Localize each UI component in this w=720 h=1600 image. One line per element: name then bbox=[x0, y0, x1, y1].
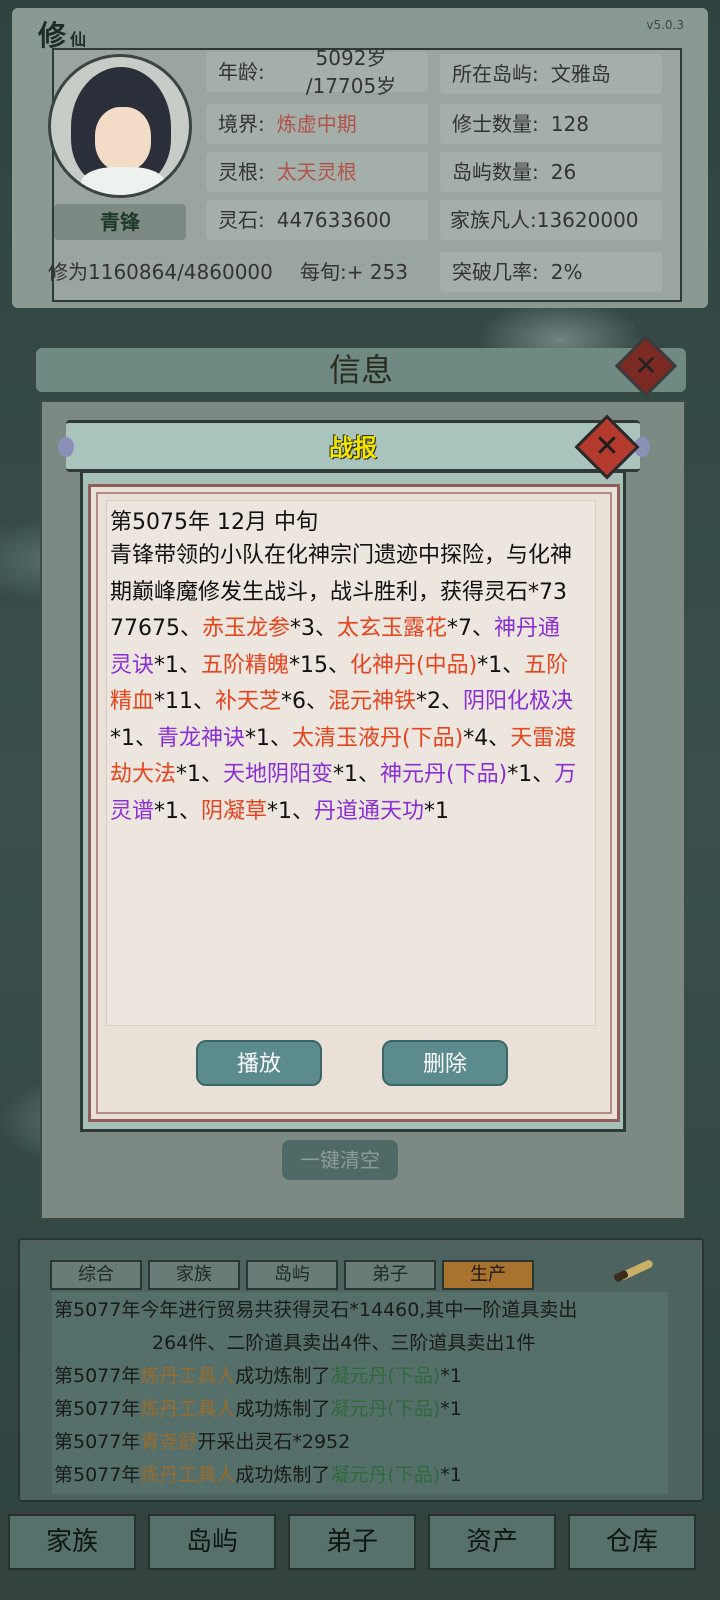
reward-item-name: 五阶精魄 bbox=[201, 652, 290, 678]
play-button[interactable]: 播放 bbox=[196, 1040, 322, 1086]
nav-assets[interactable]: 资产 bbox=[428, 1514, 556, 1570]
report-text-segment: *3、 bbox=[290, 616, 338, 641]
report-text-segment: *1、 bbox=[477, 652, 525, 678]
clear-all-button[interactable]: 一键清空 bbox=[282, 1140, 398, 1180]
report-text-segment: *1、 bbox=[154, 798, 202, 824]
log-text-part: 成功炼制了 bbox=[235, 1464, 331, 1486]
breakthrough-stat: 突破几率: 2% bbox=[440, 252, 662, 292]
log-text-part: 凝元丹(下品) bbox=[330, 1464, 441, 1486]
battle-report-header: 战报 bbox=[58, 420, 650, 472]
spirit-stone-stat: 灵石: 447633600 bbox=[206, 200, 428, 240]
close-icon: ✕ bbox=[594, 429, 620, 464]
log-year: 第5077年 bbox=[54, 1365, 141, 1387]
report-text-segment: *1、 bbox=[333, 762, 381, 787]
log-entry: 第5077年今年进行贸易共获得灵石*14460,其中一阶道具卖出 bbox=[54, 1295, 577, 1325]
cultivator-count-stat: 修士数量: 128 bbox=[440, 104, 662, 144]
log-entry: 第5077年炼丹工具人成功炼制了凝元丹(下品)*1 bbox=[54, 1361, 462, 1391]
reward-item-name: 阴凝草 bbox=[201, 798, 268, 824]
log-text-part: 264件、二阶道具卖出4件、三阶道具卖出1件 bbox=[152, 1332, 536, 1354]
log-text-part: *1 bbox=[440, 1365, 462, 1387]
island-stat: 所在岛屿: 文雅岛 bbox=[440, 54, 662, 94]
report-text-segment: *1、 bbox=[507, 762, 555, 787]
reward-item-name: 太清玉液丹(下品) bbox=[292, 725, 464, 751]
report-text-segment: *4、 bbox=[463, 725, 511, 751]
reward-item-name: 阴阳化极决 bbox=[463, 689, 574, 714]
report-text-segment: *11、 bbox=[154, 689, 216, 714]
tab-islands[interactable]: 岛屿 bbox=[246, 1260, 338, 1290]
info-panel-header: 信息 bbox=[36, 348, 686, 392]
reward-item-name: 补天芝 bbox=[215, 689, 282, 714]
log-entry: 第5077年炼丹工具人成功炼制了凝元丹(下品)*1 bbox=[54, 1460, 462, 1490]
log-year: 第5077年 bbox=[54, 1398, 141, 1420]
log-text-part: *1 bbox=[440, 1464, 462, 1486]
tab-family[interactable]: 家族 bbox=[148, 1260, 240, 1290]
tab-disciples[interactable]: 弟子 bbox=[344, 1260, 436, 1290]
island-count-stat: 岛屿数量: 26 bbox=[440, 152, 662, 192]
log-text-part: 青尧舒 bbox=[140, 1431, 198, 1453]
battle-report-date: 第5075年 12月 中旬 bbox=[110, 510, 318, 535]
character-name[interactable]: 青锋 bbox=[54, 204, 186, 240]
report-text-segment: *15、 bbox=[289, 652, 351, 678]
per-period-gain: 每旬:+ 253 bbox=[300, 260, 409, 284]
info-panel-title: 信息 bbox=[328, 351, 393, 389]
report-text-segment: *1 bbox=[424, 798, 450, 824]
reward-item-name: 赤玉龙参 bbox=[202, 616, 291, 641]
log-text-part: 炼丹工具人 bbox=[140, 1365, 236, 1387]
log-year: 第5077年 bbox=[54, 1464, 141, 1486]
report-text-segment: *2、 bbox=[416, 689, 464, 714]
log-year: 第5077年 bbox=[54, 1299, 141, 1321]
reward-item-name: 青龙神诀 bbox=[157, 725, 246, 751]
log-entry: 264件、二阶道具卖出4件、三阶道具卖出1件 bbox=[152, 1328, 535, 1358]
log-text-part: 今年进行贸易共获得灵石*14460,其中一阶道具卖出 bbox=[140, 1299, 578, 1321]
log-text-part: 开采出灵石*2952 bbox=[197, 1431, 351, 1453]
nav-disciples[interactable]: 弟子 bbox=[288, 1514, 416, 1570]
report-text-segment: *1、 bbox=[110, 725, 157, 751]
battle-report-title: 战报 bbox=[329, 434, 377, 462]
family-mortals-stat: 家族凡人:13620000 bbox=[440, 200, 662, 240]
report-text-segment: *1、 bbox=[267, 798, 315, 824]
log-text-part: 凝元丹(下品) bbox=[330, 1398, 441, 1420]
battle-report-content: 青锋带领的小队在化神宗门遗迹中探险，与化神期巅峰魔修发生战斗，战斗胜利，获得灵石… bbox=[110, 538, 580, 838]
tab-production[interactable]: 生产 bbox=[442, 1260, 534, 1290]
realm-stat: 境界: 炼虚中期 bbox=[206, 104, 428, 144]
reward-item-name: 神元丹(下品) bbox=[380, 762, 508, 787]
log-text-part: 炼丹工具人 bbox=[140, 1464, 236, 1486]
character-avatar[interactable] bbox=[48, 54, 192, 198]
report-text-segment: *1、 bbox=[176, 762, 224, 787]
log-year: 第5077年 bbox=[54, 1431, 141, 1453]
close-icon: ✕ bbox=[634, 349, 658, 382]
log-entry: 第5077年炼丹工具人成功炼制了凝元丹(下品)*1 bbox=[54, 1394, 462, 1424]
delete-button[interactable]: 删除 bbox=[382, 1040, 508, 1086]
cultivation-progress: 修为1160864/4860000 bbox=[48, 260, 273, 284]
age-value: 5092岁/17705岁 bbox=[305, 46, 397, 98]
reward-item-name: 太玄玉露花 bbox=[337, 616, 448, 641]
broom-icon[interactable] bbox=[612, 1252, 658, 1286]
report-text-segment: *6、 bbox=[281, 689, 329, 714]
report-text-segment: *1、 bbox=[245, 725, 293, 751]
version-label: v5.0.3 bbox=[646, 18, 684, 32]
reward-item-name: 天地阴阳变 bbox=[223, 762, 334, 787]
report-text-segment: *7、 bbox=[447, 616, 495, 641]
nav-islands[interactable]: 岛屿 bbox=[148, 1514, 276, 1570]
reward-item-name: 丹道通天功 bbox=[314, 798, 425, 824]
log-entry: 第5077年青尧舒开采出灵石*2952 bbox=[54, 1427, 350, 1457]
log-text-part: 成功炼制了 bbox=[235, 1365, 331, 1387]
nav-warehouse[interactable]: 仓库 bbox=[568, 1514, 696, 1570]
log-text-part: 炼丹工具人 bbox=[140, 1398, 236, 1420]
log-text-part: *1 bbox=[440, 1398, 462, 1420]
tab-general[interactable]: 综合 bbox=[50, 1260, 142, 1290]
reward-item-name: 混元神铁 bbox=[328, 689, 417, 714]
spirit-root-stat: 灵根: 太天灵根 bbox=[206, 152, 428, 192]
nav-family[interactable]: 家族 bbox=[8, 1514, 136, 1570]
reward-item-name: 化神丹(中品) bbox=[350, 652, 478, 678]
log-text-part: 凝元丹(下品) bbox=[330, 1365, 441, 1387]
report-text-segment: *1、 bbox=[154, 652, 202, 678]
log-text-part: 成功炼制了 bbox=[235, 1398, 331, 1420]
